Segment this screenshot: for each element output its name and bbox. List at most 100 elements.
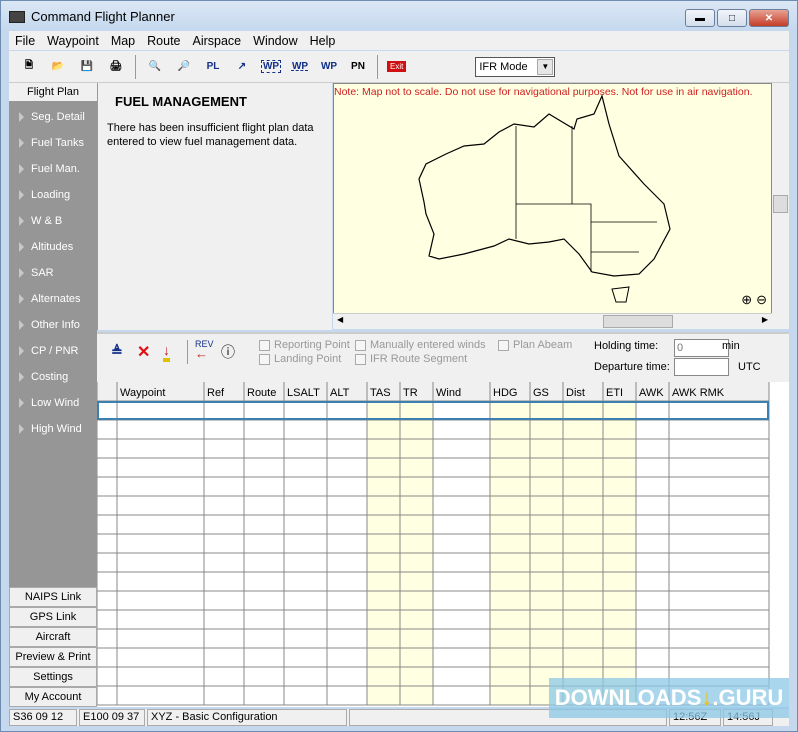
settings-button[interactable]: Settings	[9, 667, 97, 687]
waypoint-dot-icon[interactable]: WP	[319, 57, 339, 77]
zoom-back-icon[interactable]: 🔎	[174, 57, 194, 77]
column-header[interactable]: GS	[533, 387, 549, 399]
tab-flight-plan[interactable]: Flight Plan	[9, 83, 97, 101]
waypoint-underline-icon[interactable]: WP	[290, 57, 310, 77]
exit-button[interactable]: Exit	[387, 61, 407, 72]
reporting-point-checkbox[interactable]: Reporting Point	[259, 339, 350, 351]
waypoint-box-icon[interactable]: WP	[261, 60, 281, 73]
menu-help[interactable]: Help	[304, 34, 342, 48]
map-view[interactable]: Note: Map not to scale. Do not use for n…	[333, 83, 772, 329]
ifr-route-segment-checkbox[interactable]: IFR Route Segment	[355, 353, 467, 365]
print-icon[interactable]: 🖨	[106, 57, 126, 77]
holding-time-input[interactable]: 0	[674, 339, 729, 357]
landing-point-checkbox[interactable]: Landing Point	[259, 353, 341, 365]
table-row[interactable]	[97, 439, 769, 458]
route-line-icon[interactable]: ↗	[232, 57, 252, 77]
triangle-right-icon	[19, 294, 24, 304]
plot-route-icon[interactable]: PL	[203, 57, 223, 77]
zoom-extent-icon[interactable]: 🔍	[145, 57, 165, 77]
column-header[interactable]: AWK RMK	[672, 387, 725, 399]
sidebar-item-fuel-man-[interactable]: Fuel Man.	[19, 163, 80, 175]
menu-window[interactable]: Window	[247, 34, 303, 48]
plan-abeam-checkbox[interactable]: Plan Abeam	[498, 339, 572, 351]
sidebar-item-w-b[interactable]: W & B	[19, 215, 62, 227]
gps-link-button[interactable]: GPS Link	[9, 607, 97, 627]
sidebar-item-fuel-tanks[interactable]: Fuel Tanks	[19, 137, 84, 149]
column-header[interactable]: TAS	[370, 387, 391, 399]
menu-route[interactable]: Route	[141, 34, 186, 48]
map-horizontal-scrollbar[interactable]: ◀ ▶	[333, 313, 772, 329]
table-row[interactable]	[97, 477, 769, 496]
table-row[interactable]	[97, 458, 769, 477]
menu-map[interactable]: Map	[105, 34, 141, 48]
departure-time-label: Departure time:	[594, 361, 670, 373]
column-header[interactable]: Route	[247, 387, 276, 399]
triangle-right-icon	[19, 372, 24, 382]
open-folder-icon[interactable]: 📂	[48, 57, 68, 77]
column-header[interactable]: Ref	[207, 387, 225, 399]
table-row[interactable]	[97, 648, 769, 667]
my-account-button[interactable]: My Account	[9, 687, 97, 707]
table-row[interactable]	[97, 591, 769, 610]
column-header[interactable]: Wind	[436, 387, 461, 399]
sidebar-item-costing[interactable]: Costing	[19, 371, 68, 383]
table-row[interactable]	[97, 401, 769, 420]
table-row[interactable]	[97, 515, 769, 534]
sidebar-item-low-wind[interactable]: Low Wind	[19, 397, 79, 409]
window-title: Command Flight Planner	[31, 9, 175, 24]
sidebar-item-label: Seg. Detail	[31, 111, 85, 123]
menu-waypoint[interactable]: Waypoint	[41, 34, 105, 48]
table-row[interactable]	[97, 629, 769, 648]
sidebar-item-cp-pnr[interactable]: CP / PNR	[19, 345, 78, 357]
append-row-icon[interactable]: ↓	[163, 342, 170, 362]
zoom-in-icon[interactable]: ⊕	[741, 292, 752, 308]
sidebar-item-seg-detail[interactable]: Seg. Detail	[19, 111, 85, 123]
aircraft-button[interactable]: Aircraft	[9, 627, 97, 647]
insert-row-icon[interactable]: ≜	[111, 343, 123, 360]
mode-select[interactable]: IFR Mode ▼	[475, 56, 556, 77]
column-header[interactable]: HDG	[493, 387, 517, 399]
table-row[interactable]	[97, 610, 769, 629]
help-icon[interactable]: ⓘ	[221, 342, 235, 362]
sidebar-item-loading[interactable]: Loading	[19, 189, 70, 201]
sidebar-item-other-info[interactable]: Other Info	[19, 319, 80, 331]
preview-print-button[interactable]: Preview & Print	[9, 647, 97, 667]
manual-winds-checkbox[interactable]: Manually entered winds	[355, 339, 486, 351]
maximize-button[interactable]: □	[717, 9, 747, 27]
sidebar-item-label: CP / PNR	[31, 345, 79, 357]
sidebar-item-alternates[interactable]: Alternates	[19, 293, 81, 305]
new-file-icon[interactable]: 🗎	[19, 57, 39, 77]
table-row[interactable]	[97, 553, 769, 572]
app-window: Command Flight Planner ▬ □ ✕ File Waypoi…	[0, 0, 798, 732]
flight-plan-table: Waypoint Ref Route LSALT ALT TAS TR Wind HDG GS Di…	[96, 382, 789, 707]
sidebar-item-label: SAR	[31, 267, 54, 279]
sidebar-item-label: Alternates	[31, 293, 81, 305]
sidebar-item-sar[interactable]: SAR	[19, 267, 54, 279]
sidebar-item-altitudes[interactable]: Altitudes	[19, 241, 73, 253]
table-row[interactable]	[97, 572, 769, 591]
column-header[interactable]: TR	[403, 387, 418, 399]
departure-time-input[interactable]	[674, 358, 729, 376]
column-header[interactable]: ETI	[606, 387, 623, 399]
table-row[interactable]	[97, 534, 769, 553]
column-header[interactable]: AWK	[639, 387, 664, 399]
delete-icon[interactable]: ✕	[137, 342, 150, 362]
naips-link-button[interactable]: NAIPS Link	[9, 587, 97, 607]
map-vertical-scrollbar[interactable]	[772, 83, 789, 329]
table-row[interactable]	[97, 420, 769, 439]
column-header[interactable]: ALT	[330, 387, 350, 399]
close-button[interactable]: ✕	[749, 9, 789, 27]
table-row[interactable]	[97, 496, 769, 515]
column-header[interactable]: Waypoint	[120, 387, 165, 399]
sidebar-item-high-wind[interactable]: High Wind	[19, 423, 82, 435]
column-header[interactable]: Dist	[566, 387, 585, 399]
save-icon[interactable]: 💾	[77, 57, 97, 77]
column-header[interactable]: LSALT	[287, 387, 320, 399]
zoom-out-icon[interactable]: ⊖	[756, 292, 767, 308]
minimize-button[interactable]: ▬	[685, 9, 715, 27]
pn-icon[interactable]: PN	[348, 57, 368, 77]
chevron-down-icon: ▼	[537, 58, 554, 75]
menu-file[interactable]: File	[9, 34, 41, 48]
reverse-route-icon[interactable]: REV ←	[195, 340, 214, 361]
menu-airspace[interactable]: Airspace	[187, 34, 248, 48]
